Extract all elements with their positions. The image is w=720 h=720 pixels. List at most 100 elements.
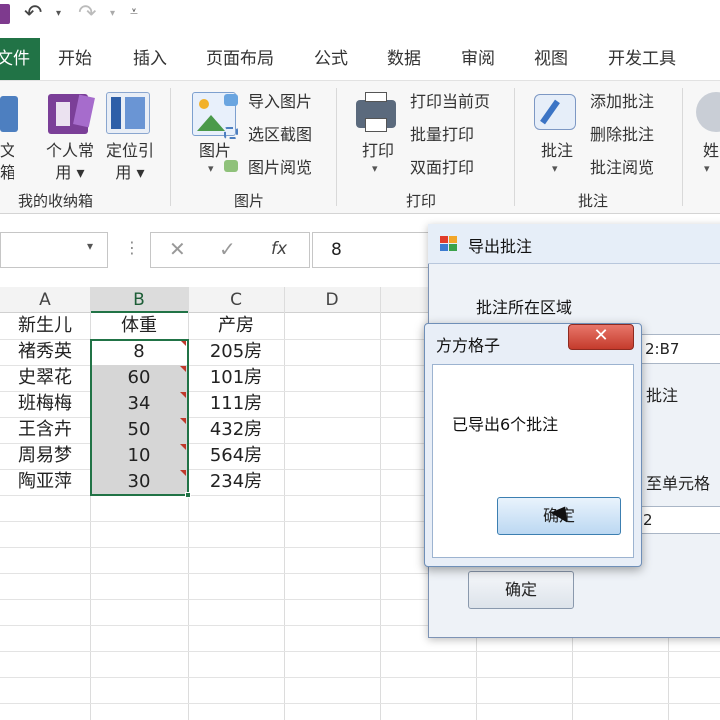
comment-dropdown-icon[interactable]: ▾ xyxy=(552,162,558,175)
cell-a5[interactable]: 王含卉 xyxy=(0,417,90,443)
insert-picture-icon xyxy=(224,94,238,106)
tab-page-layout[interactable]: 页面布局 xyxy=(206,38,274,80)
tab-file[interactable]: 文件 xyxy=(0,38,40,80)
comment-option-label[interactable]: 批注 xyxy=(646,382,678,406)
cell-c7[interactable]: 234房 xyxy=(188,469,284,495)
tab-formulas[interactable]: 公式 xyxy=(314,38,348,80)
locate-reference-icon[interactable] xyxy=(106,92,150,134)
target-cell-input[interactable]: 2 xyxy=(640,506,720,534)
cell-c2[interactable]: 205房 xyxy=(188,339,284,365)
comment-browse-button[interactable]: 批注阅览 xyxy=(590,157,654,179)
export-dialog-title: 导出批注 xyxy=(468,237,533,256)
picture-browse-icon xyxy=(224,160,238,172)
personal-label-2[interactable]: 用 ▾ xyxy=(40,162,100,184)
cell-a1[interactable]: 新生儿 xyxy=(0,313,90,339)
target-cell-label[interactable]: 至单元格 xyxy=(646,470,710,494)
group-comment: 批注 xyxy=(578,192,609,210)
cell-b1[interactable]: 体重 xyxy=(90,313,188,339)
printer-icon[interactable] xyxy=(356,92,396,132)
fill-handle[interactable] xyxy=(185,492,191,498)
cell-c4[interactable]: 111房 xyxy=(188,391,284,417)
column-header-c[interactable]: C xyxy=(188,287,284,313)
formula-input[interactable]: 8 xyxy=(312,232,442,268)
duplex-print-button[interactable]: 双面打印 xyxy=(410,157,474,179)
cell-c6[interactable]: 564房 xyxy=(188,443,284,469)
picture-browse-button[interactable]: 图片阅览 xyxy=(248,157,312,179)
row-gridline xyxy=(0,677,720,678)
tab-insert[interactable]: 插入 xyxy=(133,38,167,80)
name-dropdown-icon[interactable]: ▾ xyxy=(704,162,710,175)
toolbox-label[interactable]: 文 xyxy=(0,140,14,162)
redo-dropdown-icon[interactable]: ▾ xyxy=(110,8,115,19)
cell-c1[interactable]: 产房 xyxy=(188,313,284,339)
cell-a2[interactable]: 褚秀英 xyxy=(0,339,90,365)
group-toolbox: 我的收纳箱 xyxy=(18,192,94,210)
cancel-icon[interactable]: ✕ xyxy=(169,237,186,261)
region-capture-button[interactable]: 选区截图 xyxy=(248,124,312,146)
picture-label[interactable]: 图片 xyxy=(188,140,242,162)
enter-icon[interactable]: ✓ xyxy=(219,237,236,261)
row-gridline xyxy=(0,703,720,704)
region-label: 批注所在区域 xyxy=(476,298,573,317)
close-button[interactable]: ✕ xyxy=(568,324,634,350)
personal-label[interactable]: 个人常 xyxy=(40,140,100,162)
comment-icon[interactable] xyxy=(534,94,576,130)
undo-icon[interactable]: ↶ xyxy=(24,2,42,26)
undo-dropdown-icon[interactable]: ▾ xyxy=(56,8,61,19)
close-icon: ✕ xyxy=(593,325,609,346)
name-label[interactable]: 姓 xyxy=(702,140,720,162)
quick-access-toolbar xyxy=(0,0,720,38)
app-logo-icon xyxy=(440,236,458,252)
group-print: 打印 xyxy=(406,192,437,210)
formula-bar-grip-icon: ⋮ xyxy=(124,238,140,257)
name-box-dropdown-icon[interactable]: ▾ xyxy=(87,239,93,253)
tab-home[interactable]: 开始 xyxy=(58,38,92,80)
comment-label[interactable]: 批注 xyxy=(532,140,582,162)
ribbon-separator xyxy=(682,88,683,206)
customize-qat-icon[interactable]: ⩡ xyxy=(130,4,138,20)
gridline xyxy=(284,287,285,720)
ribbon-separator xyxy=(514,88,515,206)
delete-comment-button[interactable]: 删除批注 xyxy=(590,124,654,146)
cell-c3[interactable]: 101房 xyxy=(188,365,284,391)
toolbox-label-2[interactable]: 箱 xyxy=(0,162,14,184)
column-header-a[interactable]: A xyxy=(0,287,90,313)
cell-a7[interactable]: 陶亚萍 xyxy=(0,469,90,495)
tab-view[interactable]: 视图 xyxy=(534,38,568,80)
cell-a4[interactable]: 班梅梅 xyxy=(0,391,90,417)
personal-notebook-icon[interactable] xyxy=(48,94,95,134)
add-comment-button[interactable]: 添加批注 xyxy=(590,91,654,113)
column-header-b[interactable]: B xyxy=(90,287,188,313)
print-current-page-button[interactable]: 打印当前页 xyxy=(410,91,490,113)
cell-c5[interactable]: 432房 xyxy=(188,417,284,443)
ribbon-separator xyxy=(336,88,337,206)
insert-function-icon[interactable]: fx xyxy=(271,239,287,259)
message-box-title: 方方格子 xyxy=(436,336,501,355)
locate-label-2[interactable]: 用 ▾ xyxy=(98,162,162,184)
cell-a3[interactable]: 史翠花 xyxy=(0,365,90,391)
tab-data[interactable]: 数据 xyxy=(387,38,421,80)
formula-buttons: ✕ ✓ fx xyxy=(150,232,310,268)
name-box[interactable]: ▾ xyxy=(0,232,108,268)
picture-dropdown-icon[interactable]: ▾ xyxy=(208,162,214,175)
redo-icon[interactable]: ↷ xyxy=(78,2,96,26)
ribbon-separator xyxy=(170,88,171,206)
message-text: 已导出6个批注 xyxy=(452,415,559,434)
export-ok-button[interactable]: 确定 xyxy=(468,571,574,609)
insert-picture-button[interactable]: 导入图片 xyxy=(248,91,312,113)
tab-developer[interactable]: 开发工具 xyxy=(608,38,676,80)
gridline xyxy=(380,287,381,720)
selection-border xyxy=(90,339,189,496)
row-gridline xyxy=(0,651,720,652)
print-label[interactable]: 打印 xyxy=(354,140,402,162)
app-icon xyxy=(0,4,10,24)
column-header-d[interactable]: D xyxy=(284,287,380,313)
batch-print-button[interactable]: 批量打印 xyxy=(410,124,474,146)
locate-label[interactable]: 定位引 xyxy=(98,140,162,162)
cell-a6[interactable]: 周易梦 xyxy=(0,443,90,469)
region-capture-icon xyxy=(224,127,238,139)
print-dropdown-icon[interactable]: ▾ xyxy=(372,162,378,175)
toolbox-icon[interactable] xyxy=(0,96,18,132)
group-picture: 图片 xyxy=(234,192,265,210)
tab-review[interactable]: 审阅 xyxy=(461,38,495,80)
